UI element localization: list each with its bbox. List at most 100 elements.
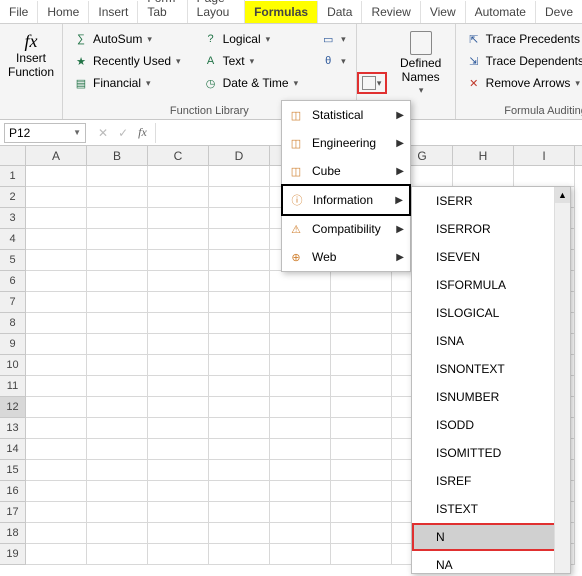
cell[interactable] [331,481,392,502]
function-item[interactable]: ISERROR [412,215,570,243]
cell[interactable] [148,313,209,334]
row-header[interactable]: 12 [0,397,26,418]
cell[interactable] [209,523,270,544]
column-header[interactable]: D [209,146,270,165]
cell[interactable] [87,418,148,439]
cell[interactable] [331,418,392,439]
row-header[interactable]: 18 [0,523,26,544]
function-item[interactable]: ISODD [412,411,570,439]
function-item[interactable]: ISNONTEXT [412,355,570,383]
function-item[interactable]: ISNA [412,327,570,355]
cell[interactable] [87,271,148,292]
cell[interactable] [209,229,270,250]
cell[interactable] [331,376,392,397]
trace-precedents-button[interactable]: ⇱Trace Precedents [462,29,582,49]
cell[interactable] [87,229,148,250]
financial-button[interactable]: ▤Financial▾ [69,73,185,93]
tab-formulas[interactable]: Formulas [245,1,318,23]
cell[interactable] [26,229,87,250]
logical-button[interactable]: ?Logical▾ [199,29,303,49]
cell[interactable] [26,460,87,481]
cell[interactable] [26,502,87,523]
cell[interactable] [331,313,392,334]
cell[interactable] [87,523,148,544]
function-item[interactable]: ISLOGICAL [412,299,570,327]
math-button[interactable]: θ▾ [316,51,350,71]
function-item[interactable]: ISOMITTED [412,439,570,467]
cell[interactable] [148,229,209,250]
column-header[interactable]: B [87,146,148,165]
column-header[interactable]: I [514,146,575,165]
cell[interactable] [148,376,209,397]
cell[interactable] [270,313,331,334]
tab-insert[interactable]: Insert [89,1,138,23]
cell[interactable] [148,502,209,523]
tab-review[interactable]: Review [362,1,420,23]
cell[interactable] [209,187,270,208]
cell[interactable] [209,460,270,481]
select-all-corner[interactable] [0,146,26,165]
cell[interactable] [87,460,148,481]
menu-information[interactable]: ⓘInformation▶ [281,184,411,216]
cell[interactable] [26,481,87,502]
more-functions-button[interactable]: ▾ [357,72,387,94]
cell[interactable] [331,397,392,418]
row-header[interactable]: 6 [0,271,26,292]
cell[interactable] [270,460,331,481]
cell[interactable] [331,439,392,460]
autosum-button[interactable]: ∑AutoSum▾ [69,29,185,49]
cell[interactable] [148,187,209,208]
function-item[interactable]: N [412,523,570,551]
cell[interactable] [209,481,270,502]
menu-compatibility[interactable]: ⚠Compatibility▶ [282,215,410,243]
cell[interactable] [26,271,87,292]
column-header[interactable]: H [453,146,514,165]
cell[interactable] [148,250,209,271]
row-header[interactable]: 7 [0,292,26,313]
tab-view[interactable]: View [421,1,466,23]
cell[interactable] [270,292,331,313]
row-header[interactable]: 16 [0,481,26,502]
cell[interactable] [209,208,270,229]
cell[interactable] [331,502,392,523]
cell[interactable] [87,544,148,565]
cell[interactable] [209,292,270,313]
text-button[interactable]: AText▾ [199,51,303,71]
cell[interactable] [148,292,209,313]
cell[interactable] [26,376,87,397]
row-header[interactable]: 5 [0,250,26,271]
cell[interactable] [87,334,148,355]
cell[interactable] [331,292,392,313]
row-header[interactable]: 17 [0,502,26,523]
function-item[interactable]: ISREF [412,467,570,495]
cell[interactable] [26,544,87,565]
name-box[interactable]: P12 ▼ [4,123,86,143]
cell[interactable] [270,544,331,565]
cell[interactable] [148,544,209,565]
cell[interactable] [148,334,209,355]
cell[interactable] [148,439,209,460]
cell[interactable] [87,250,148,271]
menu-web[interactable]: ⊕Web▶ [282,243,410,271]
cell[interactable] [148,460,209,481]
function-item[interactable]: ISERR [412,187,570,215]
cell[interactable] [270,481,331,502]
cell[interactable] [148,271,209,292]
cell[interactable] [87,481,148,502]
cell[interactable] [331,544,392,565]
cell[interactable] [26,397,87,418]
remove-arrows-button[interactable]: ✕Remove Arrows▾ [462,73,582,93]
cell[interactable] [87,313,148,334]
menu-statistical[interactable]: ◫Statistical▶ [282,101,410,129]
row-header[interactable]: 3 [0,208,26,229]
cell[interactable] [514,166,575,187]
defined-names-button[interactable]: Defined Names ▾ [393,27,449,96]
tab-home[interactable]: Home [38,1,89,23]
cell[interactable] [209,439,270,460]
cell[interactable] [26,187,87,208]
cell[interactable] [453,166,514,187]
cell[interactable] [209,544,270,565]
cell[interactable] [209,271,270,292]
datetime-button[interactable]: ◷Date & Time▾ [199,73,303,93]
trace-dependents-button[interactable]: ⇲Trace Dependents [462,51,582,71]
